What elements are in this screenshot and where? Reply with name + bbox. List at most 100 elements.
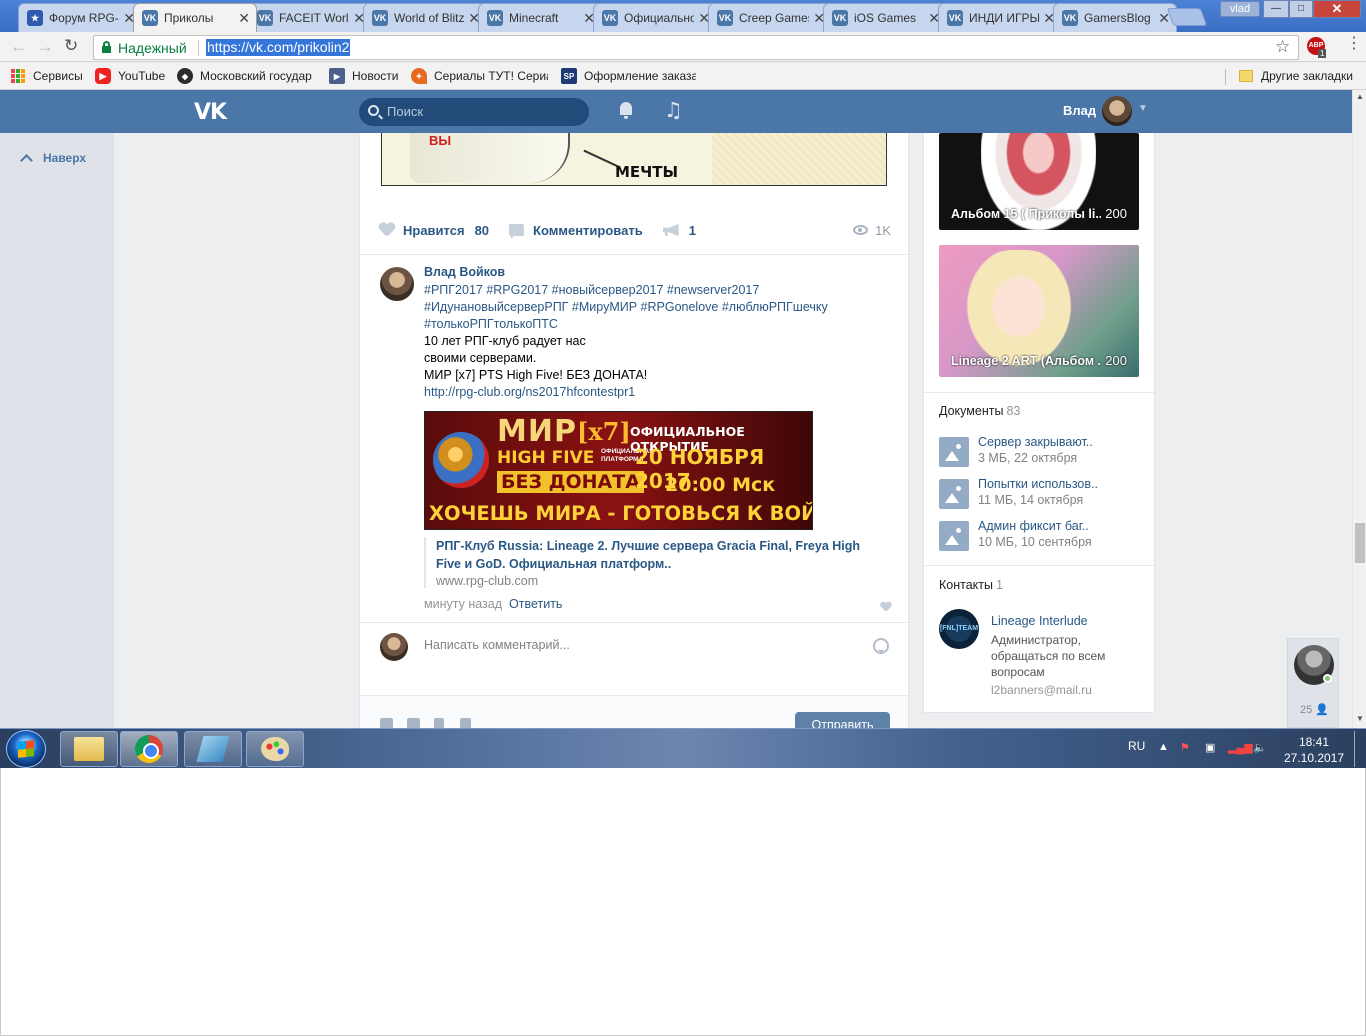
back-arrow-icon[interactable]: ← bbox=[10, 37, 28, 55]
share-icon[interactable] bbox=[662, 224, 679, 236]
tab-ios-games[interactable]: VK iOS Games ✕ bbox=[823, 3, 947, 32]
show-desktop-button[interactable] bbox=[1354, 731, 1364, 767]
hashtags[interactable]: #ИдунановыйсерверРПГ #МируМИР #RPGonelov… bbox=[424, 299, 884, 316]
clock-time: 18:41 bbox=[1298, 735, 1330, 749]
document-name[interactable]: Сервер закрывают.. bbox=[978, 435, 1093, 449]
like-button[interactable]: Нравится bbox=[403, 223, 465, 238]
documents-header[interactable]: Документы 83 bbox=[939, 404, 1020, 418]
document-item[interactable]: Сервер закрывают.. 3 МБ, 22 октября bbox=[939, 435, 1139, 467]
hashtags[interactable]: #толькоРПГтолькоПТС bbox=[424, 316, 884, 333]
link-snippet[interactable]: РПГ-Клуб Russia: Lineage 2. Лучшие серве… bbox=[424, 537, 884, 588]
image-doc-icon bbox=[939, 521, 969, 551]
document-name[interactable]: Попытки использов.. bbox=[978, 477, 1098, 491]
network-icon[interactable]: ▂▄▆ bbox=[1228, 741, 1253, 754]
comment-input[interactable]: Написать комментарий... bbox=[424, 638, 570, 652]
bookmark-services[interactable]: Сервисы bbox=[10, 68, 83, 84]
contact-name[interactable]: Lineage Interlude bbox=[991, 614, 1088, 628]
adblock-count: 1 bbox=[1318, 49, 1327, 58]
smile-icon[interactable] bbox=[873, 638, 889, 654]
taskbar-paint[interactable] bbox=[246, 731, 304, 767]
chat-widget[interactable]: 25 👤 bbox=[1287, 638, 1339, 728]
sp-icon: SP bbox=[561, 68, 577, 84]
heart-icon[interactable] bbox=[880, 602, 891, 612]
chevron-down-icon[interactable]: ▼ bbox=[1138, 103, 1148, 114]
tab-gamersblog[interactable]: VK GamersBlog ✕ bbox=[1053, 3, 1177, 32]
language-indicator[interactable]: RU bbox=[1128, 739, 1145, 753]
vk-logo[interactable]: VK bbox=[194, 100, 227, 125]
scrollbar[interactable]: ▲ ▼ bbox=[1352, 90, 1366, 728]
bookmark-order[interactable]: SP Оформление заказа bbox=[561, 68, 696, 84]
comment-button[interactable]: Комментировать bbox=[533, 223, 643, 238]
close-icon[interactable]: ✕ bbox=[238, 10, 250, 27]
bookmark-youtube[interactable]: ▶ YouTube bbox=[95, 68, 165, 84]
comment-line: МИР [x7] PTS High Five! БЕЗ ДОНАТА! bbox=[424, 368, 648, 382]
tab-prikoly[interactable]: VK Приколы ✕ bbox=[133, 3, 257, 32]
minimize-button[interactable]: — bbox=[1263, 0, 1289, 18]
chat-count[interactable]: 25 👤 bbox=[1300, 703, 1329, 716]
tab-creep-games[interactable]: VK Creep Games ✕ bbox=[708, 3, 832, 32]
bell-icon[interactable] bbox=[619, 102, 633, 120]
reload-icon[interactable]: ↻ bbox=[64, 37, 78, 55]
bookmark-moscow[interactable]: ◆ Московский государ bbox=[177, 68, 315, 84]
tab-official[interactable]: VKОфициальное✕ bbox=[593, 3, 717, 32]
comment-avatar[interactable] bbox=[380, 267, 414, 301]
device-icon[interactable]: ▣ bbox=[1205, 741, 1215, 754]
action-center-flag-icon[interactable]: ⚑ bbox=[1180, 741, 1190, 754]
bookmark-star-icon[interactable]: ☆ bbox=[1275, 37, 1290, 57]
document-item[interactable]: Попытки использов.. 11 МБ, 14 октября bbox=[939, 477, 1139, 509]
new-tab-button[interactable] bbox=[1166, 8, 1208, 26]
hashtags[interactable]: #РПГ2017 #RPG2017 #новыйсервер2017 #news… bbox=[424, 282, 884, 299]
start-button[interactable] bbox=[6, 730, 46, 768]
tab-rpg-forum[interactable]: ★Форум RPG-Club✕ bbox=[18, 3, 142, 32]
comment-time[interactable]: минуту назад bbox=[424, 597, 502, 611]
windows-icon bbox=[18, 740, 34, 758]
tab-indie-games[interactable]: VK ИНДИ ИГРЫ ✕ bbox=[938, 3, 1062, 32]
comment-icon[interactable] bbox=[509, 224, 525, 239]
scroll-up-icon[interactable]: ▲ bbox=[1356, 92, 1364, 101]
volume-icon[interactable]: 🔈 bbox=[1253, 741, 1267, 754]
document-item[interactable]: Админ фиксит баг.. 10 МБ, 10 сентября bbox=[939, 519, 1139, 551]
album-card[interactable]: Альбом 15 ( Приколы li... 200 bbox=[939, 133, 1139, 230]
back-to-top-button[interactable]: Наверх bbox=[18, 151, 86, 167]
heart-icon[interactable] bbox=[379, 223, 395, 237]
maximize-button[interactable]: □ bbox=[1289, 0, 1313, 18]
comment-link[interactable]: http://rpg-club.org/ns2017hfcontestpr1 bbox=[424, 385, 635, 399]
menu-icon[interactable]: ⋮ bbox=[1346, 36, 1362, 52]
window-close-button[interactable]: ✕ bbox=[1313, 0, 1361, 18]
tab-faceit[interactable]: VK FACEIT World ✕ bbox=[248, 3, 372, 32]
taskbar-notebook[interactable] bbox=[184, 731, 242, 767]
snippet-title[interactable]: РПГ-Клуб Russia: Lineage 2. Лучшие серве… bbox=[436, 537, 884, 573]
bookmarks-bar: Сервисы ▶ YouTube ◆ Московский государ ▶ Но… bbox=[0, 63, 1366, 90]
comment-author[interactable]: Влад Войков bbox=[424, 265, 505, 279]
scroll-thumb[interactable] bbox=[1355, 523, 1365, 563]
bookmark-news[interactable]: ▶ Новости bbox=[329, 68, 398, 84]
share-count: 1 bbox=[688, 222, 696, 238]
contacts-header[interactable]: Контакты 1 bbox=[939, 578, 1003, 592]
taskbar-chrome[interactable] bbox=[120, 731, 178, 767]
bookmark-label: YouTube bbox=[118, 69, 166, 83]
profile-button[interactable]: vlad bbox=[1220, 1, 1260, 17]
album-card[interactable]: Lineage 2 ART (Альбом ... 200 bbox=[939, 245, 1139, 377]
reply-button[interactable]: Ответить bbox=[509, 597, 562, 611]
bookmark-other[interactable]: Другие закладки bbox=[1238, 68, 1353, 84]
avatar[interactable] bbox=[1102, 96, 1132, 126]
user-name[interactable]: Влад bbox=[1063, 103, 1096, 118]
post-image[interactable]: ВЫ МЕЧТЫ bbox=[381, 133, 887, 186]
document-name[interactable]: Админ фиксит баг.. bbox=[978, 519, 1089, 533]
forward-arrow-icon[interactable]: → bbox=[36, 37, 54, 55]
music-icon[interactable]: ♫ bbox=[664, 98, 683, 122]
browser-toolbar: ← → ↻ Надежный https://vk.com/prikolin2 … bbox=[0, 32, 1366, 62]
scroll-down-icon[interactable]: ▼ bbox=[1356, 714, 1364, 723]
clock[interactable]: 18:41 27.10.2017 bbox=[1282, 734, 1346, 766]
promo-banner[interactable]: МИР [x7] HIGH FIVE ОФИЦИАЛЬНАЯ ПЛАТФОРМА… bbox=[424, 411, 813, 530]
address-bar[interactable]: Надежный https://vk.com/prikolin2 ☆ bbox=[93, 35, 1299, 60]
url-text[interactable]: https://vk.com/prikolin2 bbox=[206, 39, 351, 56]
tray-expand-icon[interactable]: ▲ bbox=[1158, 741, 1169, 753]
empty-area bbox=[0, 768, 1366, 1036]
tab-minecraft[interactable]: VK Minecraft ✕ bbox=[478, 3, 602, 32]
bookmark-serials[interactable]: ✦ Сериалы ТУТ! Сериа bbox=[411, 68, 548, 84]
taskbar-explorer[interactable] bbox=[60, 731, 118, 767]
contact-avatar[interactable]: [FNL]TEAM bbox=[939, 609, 979, 649]
search-input[interactable]: Поиск bbox=[359, 98, 589, 126]
tab-world-of-blitz[interactable]: VK World of Blitz ✕ bbox=[363, 3, 487, 32]
